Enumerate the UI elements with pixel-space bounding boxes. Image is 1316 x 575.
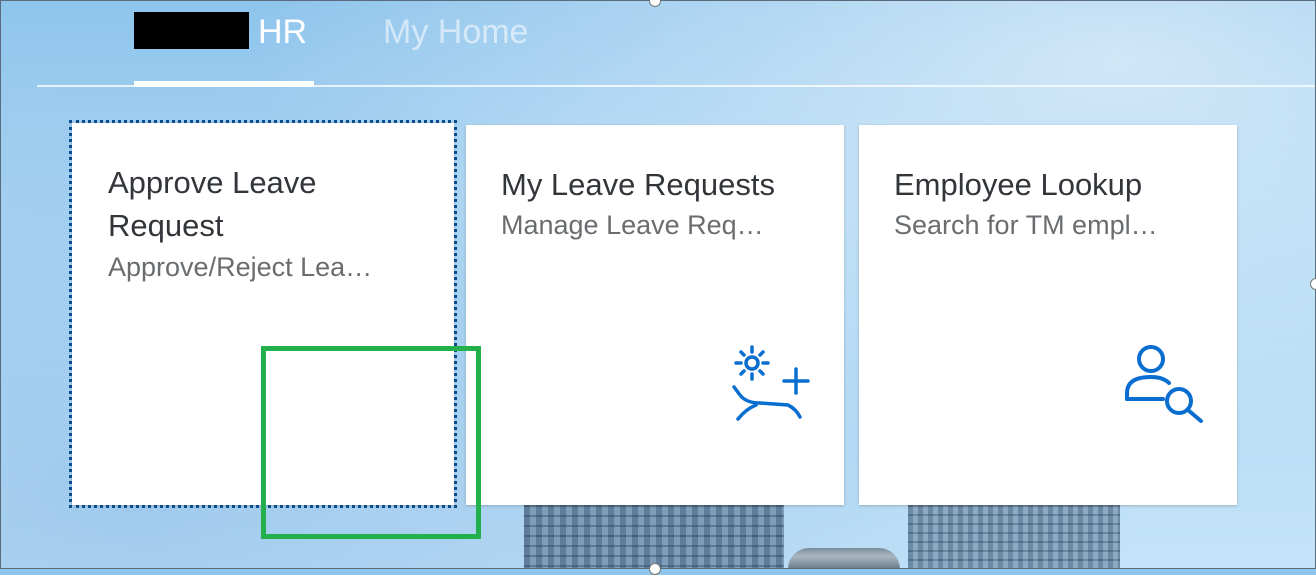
active-tab-indicator bbox=[134, 81, 314, 87]
person-search-icon bbox=[1125, 345, 1203, 423]
redacted-text bbox=[134, 12, 249, 49]
tile-title: Approve Leave Request bbox=[108, 165, 317, 243]
tile-subtitle: Manage Leave Req… bbox=[501, 210, 764, 240]
tile-title: Employee Lookup bbox=[894, 167, 1143, 202]
leave-request-add-icon bbox=[732, 345, 810, 421]
tile-employee-lookup[interactable]: Employee Lookup Search for TM empl… bbox=[859, 125, 1237, 505]
background-building bbox=[524, 505, 784, 569]
tile-my-leave-requests[interactable]: My Leave Requests Manage Leave Req… bbox=[466, 125, 844, 505]
tile-title: My Leave Requests bbox=[501, 167, 775, 202]
resize-handle[interactable] bbox=[1310, 278, 1316, 290]
resize-handle[interactable] bbox=[649, 563, 661, 575]
tile-subtitle: Approve/Reject Lea… bbox=[108, 252, 373, 282]
background-building bbox=[908, 505, 1120, 569]
tab-bar: HR My Home bbox=[0, 0, 1316, 90]
background-building bbox=[788, 548, 900, 569]
highlight-box bbox=[261, 346, 481, 539]
tile-subtitle: Search for TM empl… bbox=[894, 210, 1158, 240]
tab-my-home[interactable]: My Home bbox=[383, 12, 528, 52]
tab-hr[interactable]: HR bbox=[258, 12, 307, 52]
